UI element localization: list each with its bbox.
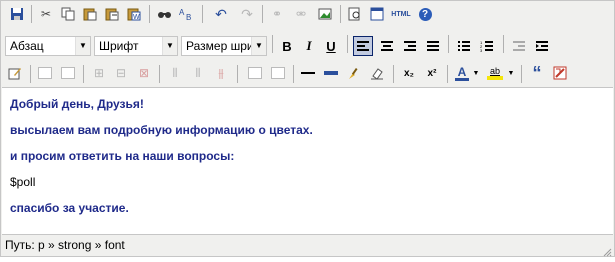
separator	[272, 35, 273, 53]
insert-date-icon[interactable]	[550, 63, 570, 83]
numbered-list-icon[interactable]: 123	[477, 36, 497, 56]
chevron-down-icon[interactable]: ▼	[506, 63, 516, 83]
remove-format-icon[interactable]	[367, 63, 387, 83]
text-color-swatch	[455, 77, 469, 81]
layer-icon[interactable]	[35, 63, 55, 83]
separator	[448, 35, 449, 53]
table-merge-cells-icon[interactable]	[245, 63, 265, 83]
separator	[262, 5, 263, 23]
highlight-label: ab	[489, 66, 500, 76]
paste-text-icon[interactable]	[102, 4, 122, 24]
subscript-button[interactable]: x₂	[399, 63, 419, 83]
highlight-color-button[interactable]: ab	[484, 63, 506, 83]
highlight-color-swatch	[487, 76, 503, 80]
image-icon[interactable]	[315, 4, 335, 24]
find-icon[interactable]	[155, 4, 175, 24]
unlink-icon[interactable]: ⚮	[291, 4, 311, 24]
text-color-label: A	[457, 64, 467, 79]
preview-icon[interactable]	[345, 4, 365, 24]
fullscreen-icon[interactable]	[367, 4, 387, 24]
copy-icon[interactable]	[58, 4, 78, 24]
help-label: ?	[418, 7, 432, 21]
paste-icon[interactable]	[80, 4, 100, 24]
editor-content-area[interactable]: Добрый день, Друзья! высылаем вам подроб…	[2, 87, 613, 235]
separator	[31, 5, 32, 23]
paste-word-icon[interactable]: W	[124, 4, 144, 24]
align-left-button[interactable]	[353, 36, 373, 56]
separator	[503, 35, 504, 53]
toolbar-row-3: ⊞ ⊟ ⊠ ⫴ ⫴ ⫵ x₂ x² A ▼ ab ▼ “	[1, 59, 614, 87]
separator	[347, 35, 348, 53]
align-justify-button[interactable]	[423, 36, 443, 56]
content-line-thanks: спасибо за участие.	[10, 201, 129, 215]
table-col-after-icon[interactable]: ⫴	[188, 63, 208, 83]
separator	[83, 65, 84, 83]
superscript-button[interactable]: x²	[422, 63, 442, 83]
separator	[30, 65, 31, 83]
replace-icon[interactable]: AB	[177, 4, 197, 24]
align-center-button[interactable]	[377, 36, 397, 56]
edit-css-icon[interactable]	[5, 63, 25, 83]
table-col-before-icon[interactable]: ⫴	[165, 63, 185, 83]
table-row-before-icon[interactable]: ⊞	[89, 63, 109, 83]
table-row-after-icon[interactable]: ⊟	[111, 63, 131, 83]
svg-text:3: 3	[480, 48, 483, 52]
layer-absolute-icon[interactable]	[58, 63, 78, 83]
separator	[521, 65, 522, 83]
table-delete-col-icon[interactable]: ⫵	[211, 63, 231, 83]
bullet-list-icon[interactable]	[454, 36, 474, 56]
chevron-down-icon[interactable]: ▼	[471, 63, 481, 83]
text-color-button[interactable]: A	[453, 63, 471, 83]
separator	[159, 65, 160, 83]
separator	[447, 65, 448, 83]
toolbar-row-2: B I U 123	[1, 27, 614, 56]
link-icon[interactable]: ⚭	[267, 4, 287, 24]
status-path: Путь: p » strong » font	[5, 238, 125, 252]
content-line-greeting: Добрый день, Друзья!	[10, 97, 144, 111]
save-icon[interactable]	[7, 4, 27, 24]
separator	[149, 5, 150, 23]
horizontal-rule-icon[interactable]	[298, 63, 318, 83]
outdent-icon[interactable]	[509, 36, 529, 56]
rich-text-editor: ✂ W AB ↶ ↷ ⚭ ⚮ HTML ? Абзац ▼ Шрифт ▼ Ра…	[0, 0, 615, 257]
advanced-hr-icon[interactable]	[321, 63, 341, 83]
undo-icon[interactable]: ↶	[211, 4, 231, 24]
separator	[393, 65, 394, 83]
svg-text:W: W	[133, 14, 140, 21]
content-line-questions: и просим ответить на наши вопросы:	[10, 149, 235, 163]
separator	[202, 5, 203, 23]
separator	[340, 5, 341, 23]
svg-text:B: B	[186, 13, 191, 21]
underline-button[interactable]: U	[321, 36, 341, 56]
toolbar-row-1: ✂ W AB ↶ ↷ ⚭ ⚮ HTML ?	[1, 1, 614, 27]
cleanup-brush-icon[interactable]	[344, 63, 364, 83]
content-line-info: высылаем вам подробную информацию о цвет…	[10, 123, 313, 137]
html-source-button[interactable]: HTML	[389, 4, 413, 24]
table-split-cells-icon[interactable]	[268, 63, 288, 83]
svg-text:A: A	[179, 8, 185, 17]
cut-icon[interactable]: ✂	[36, 4, 56, 24]
content-line-poll: $poll	[10, 175, 36, 189]
redo-icon[interactable]: ↷	[237, 4, 257, 24]
italic-button[interactable]: I	[299, 36, 319, 56]
align-right-button[interactable]	[400, 36, 420, 56]
separator	[237, 65, 238, 83]
table-delete-row-icon[interactable]: ⊠	[134, 63, 154, 83]
separator	[293, 65, 294, 83]
indent-icon[interactable]	[532, 36, 552, 56]
bold-button[interactable]: B	[277, 36, 297, 56]
resize-handle-icon[interactable]	[602, 244, 612, 257]
blockquote-button[interactable]: “	[527, 63, 547, 83]
help-icon[interactable]: ?	[415, 4, 435, 24]
